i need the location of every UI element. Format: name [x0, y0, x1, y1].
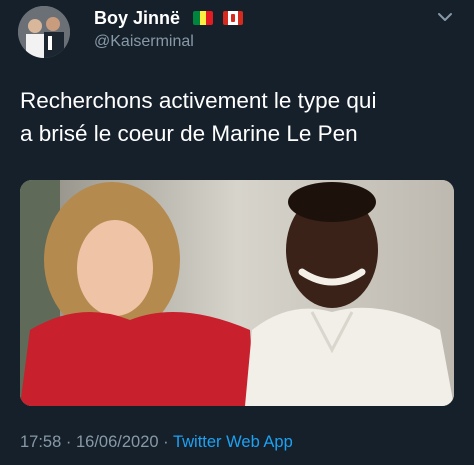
chevron-down-icon[interactable] [436, 8, 454, 26]
couple-photo-icon [20, 180, 454, 406]
tweet-timestamp: 17:58 · 16/06/2020 · Twitter Web App [20, 433, 293, 452]
display-name[interactable]: Boy Jinnë [94, 8, 180, 29]
tweet-text: Recherchons activement le type qui a bri… [20, 88, 377, 146]
senegal-flag-icon [193, 11, 213, 25]
avatar[interactable] [18, 6, 70, 58]
avatar-photo-icon [18, 6, 70, 58]
user-handle[interactable]: @Kaiserminal [94, 33, 194, 51]
separator: · [61, 433, 76, 451]
canada-flag-icon [223, 11, 243, 25]
tweet-time[interactable]: 17:58 [20, 433, 61, 451]
tweet-source-link[interactable]: Twitter Web App [173, 433, 293, 451]
tweet-media[interactable] [20, 180, 454, 406]
tweet-date[interactable]: 16/06/2020 [76, 433, 159, 451]
tweet-header: Boy Jinnë @Kaiserminal [0, 0, 474, 60]
separator: · [158, 433, 173, 451]
